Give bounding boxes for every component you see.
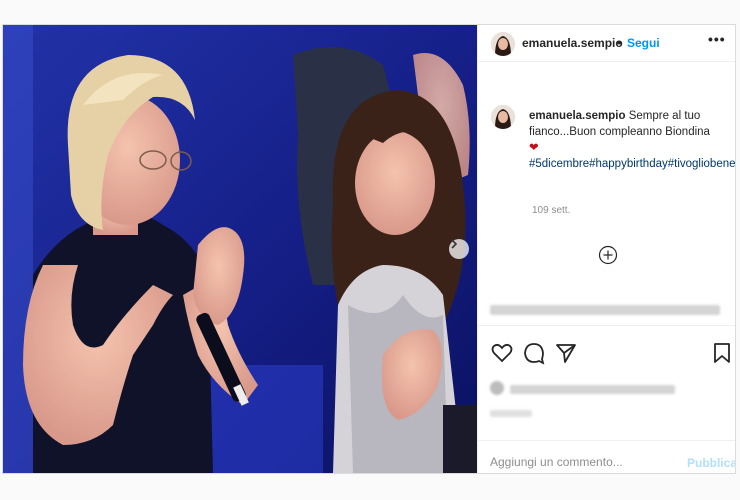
post-photo[interactable]: [3, 25, 477, 473]
avatar-image: [491, 105, 515, 129]
chevron-right-icon: [451, 239, 458, 249]
actions-divider: [478, 325, 735, 326]
plus-circle-icon: [598, 245, 618, 265]
photo-illustration: [3, 25, 477, 473]
comment-bubble-icon[interactable]: [522, 341, 546, 365]
caption-hashtags[interactable]: #5dicembre#happybirthday#tivogliobene#md…: [529, 158, 735, 170]
blurred-date-row: [490, 410, 532, 417]
blurred-likes-avatar: [490, 381, 504, 395]
carousel-next-button[interactable]: [449, 239, 469, 259]
avatar-image: [491, 32, 515, 56]
heart-emoji: ❤: [529, 142, 539, 154]
post-author-username[interactable]: emanuela.sempio: [522, 36, 623, 50]
avatar[interactable]: [491, 32, 515, 56]
blurred-likes-row: [510, 385, 675, 394]
comment-input[interactable]: [490, 455, 660, 469]
instagram-post-card: emanuela.sempio • Segui ••• emanuela.sem…: [2, 24, 736, 474]
bookmark-icon[interactable]: [710, 341, 734, 365]
caption-avatar[interactable]: [491, 105, 515, 129]
load-more-comments-button[interactable]: [598, 245, 618, 265]
page-background: emanuela.sempio • Segui ••• emanuela.sem…: [0, 0, 740, 500]
post-time[interactable]: 109 sett.: [532, 205, 570, 216]
blurred-comment-row: [490, 305, 720, 315]
post-side-panel: emanuela.sempio • Segui ••• emanuela.sem…: [477, 25, 735, 473]
heart-outline-icon[interactable]: [490, 341, 514, 365]
post-caption: emanuela.sempio Sempre al tuo fianco...B…: [529, 108, 735, 172]
caption-username[interactable]: emanuela.sempio: [529, 110, 626, 122]
post-header: emanuela.sempio • Segui •••: [478, 25, 735, 62]
more-options-icon[interactable]: •••: [708, 31, 726, 47]
separator-dot: •: [617, 36, 622, 50]
comment-divider: [478, 440, 735, 441]
paper-plane-icon[interactable]: [554, 341, 578, 365]
follow-button[interactable]: Segui: [627, 36, 660, 50]
publish-button[interactable]: Pubblica: [687, 456, 735, 470]
